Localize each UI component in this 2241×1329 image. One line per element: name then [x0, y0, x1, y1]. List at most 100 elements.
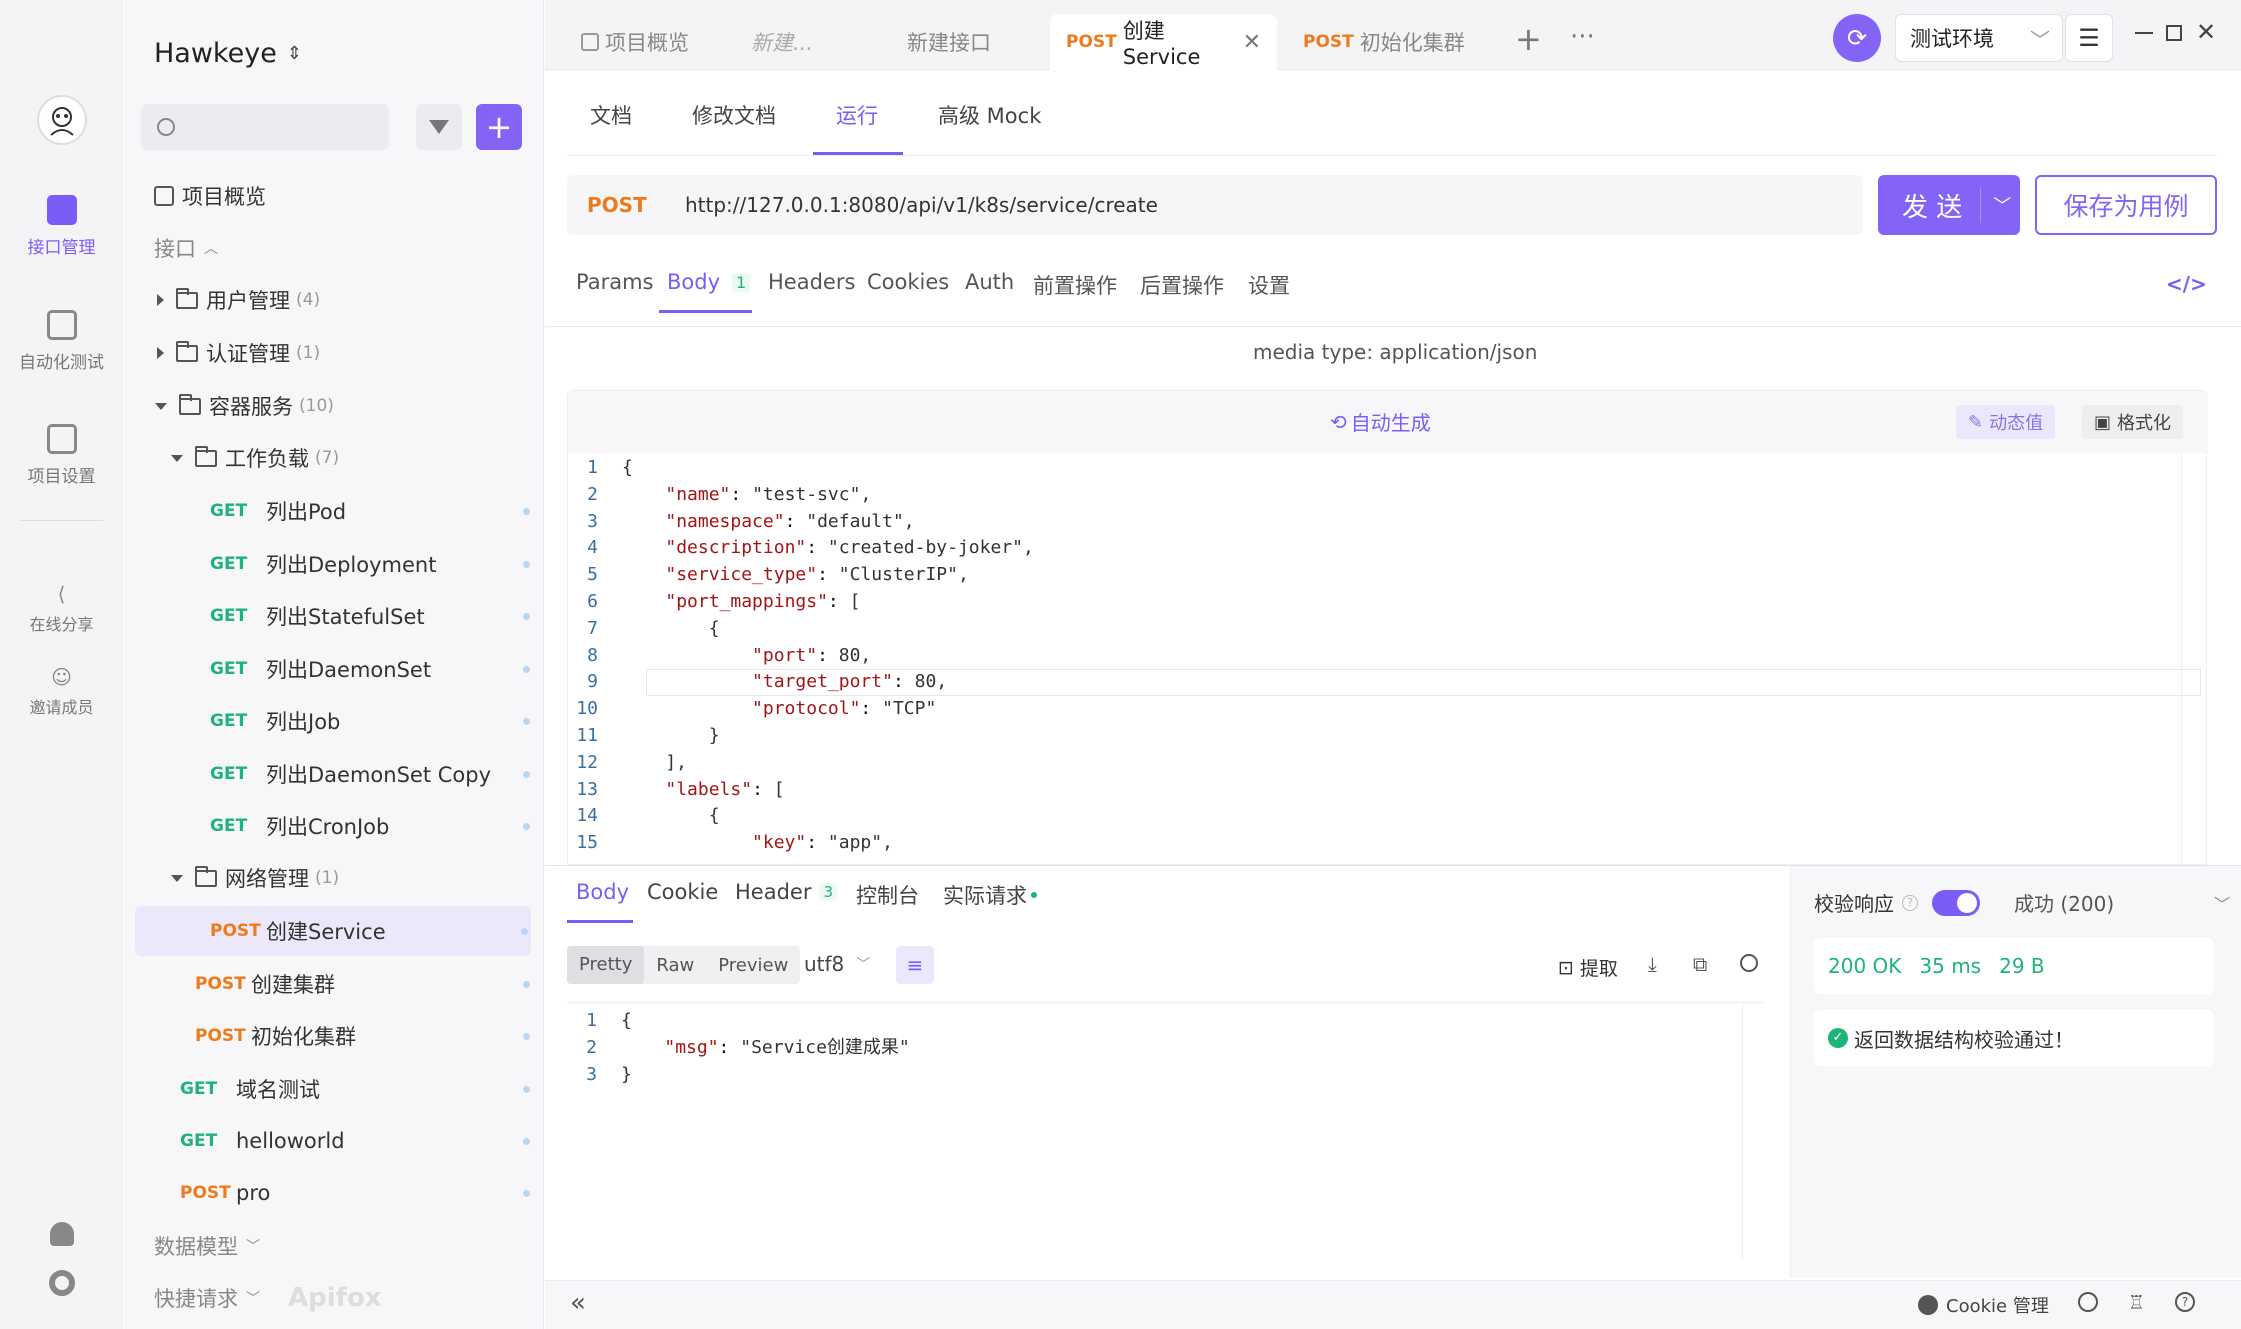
tree-folder-workload[interactable]: 工作负载 (7): [124, 433, 544, 483]
tree-api-list-deployment[interactable]: GET 列出Deployment: [124, 539, 544, 589]
copy-icon[interactable]: ⧉: [1693, 952, 1707, 976]
tab-create-service[interactable]: POST 创建Service ✕: [1050, 14, 1277, 70]
code-line[interactable]: 8 "port": 80,: [568, 642, 871, 669]
tab-new-draft[interactable]: 新建...: [735, 14, 829, 70]
send-button[interactable]: 发 送 ﹀: [1878, 175, 2020, 235]
code-line[interactable]: 10 "protocol": "TCP": [568, 695, 936, 722]
view-mode-preview[interactable]: Preview: [706, 955, 800, 976]
extract-button[interactable]: ⊡ 提取: [1558, 954, 1618, 981]
tree-api-helloworld[interactable]: GET helloworld: [124, 1116, 544, 1166]
code-line[interactable]: 1{: [567, 1007, 632, 1034]
tree-api-init-cluster[interactable]: POST 初始化集群: [124, 1011, 544, 1061]
chevron-down-icon[interactable]: ﹀: [1993, 192, 2011, 218]
tree-api-list-daemonset-copy[interactable]: GET 列出DaemonSet Copy: [124, 749, 544, 799]
gear-icon[interactable]: [49, 1270, 75, 1296]
chevron-down-icon[interactable]: ﹀: [2214, 891, 2230, 915]
avatar[interactable]: [37, 95, 87, 145]
code-view-icon[interactable]: </>: [2166, 272, 2207, 296]
add-button[interactable]: +: [476, 104, 522, 150]
env-select[interactable]: 测试环境 ﹀: [1895, 14, 2063, 62]
auto-generate-button[interactable]: ⟲ 自动生成: [1330, 407, 1431, 436]
section-data-models[interactable]: 数据模型 ﹀: [124, 1221, 544, 1271]
code-line[interactable]: 14 {: [568, 802, 719, 829]
editor-scrollbar[interactable]: [2181, 453, 2195, 865]
search-input[interactable]: [141, 104, 389, 150]
minimize-icon[interactable]: [2135, 32, 2153, 34]
param-tab-settings[interactable]: 设置: [1248, 270, 1290, 300]
tree-api-create-service[interactable]: POST 创建Service: [135, 906, 531, 956]
view-mode-pretty[interactable]: Pretty: [567, 946, 645, 984]
subtab-docs[interactable]: 文档: [590, 100, 632, 130]
resp-tab-body[interactable]: Body: [576, 880, 629, 904]
sidebar-overview[interactable]: 项目概览: [124, 171, 544, 221]
rail-item-invite-member[interactable]: ☺ 邀请成员: [0, 666, 123, 718]
code-line[interactable]: 15 "key": "app",: [568, 829, 893, 856]
tab-new-interface[interactable]: 新建接口: [891, 14, 1007, 70]
tree-api-list-daemonset[interactable]: GET 列出DaemonSet: [124, 644, 544, 694]
code-line[interactable]: 9 "target_port": 80,: [568, 668, 947, 695]
close-icon[interactable]: ✕: [1243, 30, 1261, 55]
param-tab-params[interactable]: Params: [576, 270, 654, 294]
code-line[interactable]: 2 "name": "test-svc",: [568, 481, 871, 508]
code-line[interactable]: 3 "namespace": "default",: [568, 508, 914, 535]
subtab-edit-docs[interactable]: 修改文档: [692, 100, 776, 130]
subtab-run[interactable]: 运行: [836, 100, 878, 130]
rail-item-online-share[interactable]: ⟨ 在线分享: [0, 583, 123, 635]
wrap-toggle[interactable]: ≡: [896, 946, 934, 984]
tree-api-list-job[interactable]: GET 列出Job: [124, 696, 544, 746]
method-select[interactable]: POST: [587, 193, 657, 217]
code-line[interactable]: 4 "description": "created-by-joker",: [568, 534, 1034, 561]
help-icon[interactable]: ?: [2175, 1292, 2195, 1312]
param-tab-body[interactable]: Body 1: [667, 270, 751, 294]
tab-init-cluster[interactable]: POST 初始化集群: [1287, 14, 1481, 70]
tree-api-create-cluster[interactable]: POST 创建集群: [124, 959, 544, 1009]
window-close-icon[interactable]: ✕: [2196, 18, 2216, 46]
validate-toggle[interactable]: [1932, 889, 1980, 916]
project-switcher[interactable]: Hawkeye ⇕: [154, 38, 302, 69]
more-icon[interactable]: ···: [1570, 22, 1595, 52]
subtab-advanced-mock[interactable]: 高级 Mock: [938, 100, 1041, 130]
resp-tab-actual-request[interactable]: 实际请求: [943, 880, 1037, 910]
code-line[interactable]: 13 "labels": [: [568, 776, 784, 803]
maximize-icon[interactable]: [2166, 25, 2182, 41]
rail-item-automation-test[interactable]: 自动化测试: [0, 310, 123, 373]
param-tab-auth[interactable]: Auth: [965, 270, 1014, 294]
shirt-icon[interactable]: ♖: [2128, 1292, 2145, 1314]
sync-button[interactable]: ⟳: [1833, 14, 1881, 62]
cookie-manage-button[interactable]: Cookie 管理: [1918, 1292, 2049, 1318]
tree-api-list-statefulset[interactable]: GET 列出StatefulSet: [124, 591, 544, 641]
format-button[interactable]: ▣ 格式化: [2082, 405, 2184, 439]
code-line[interactable]: 5 "service_type": "ClusterIP",: [568, 561, 969, 588]
upload-icon[interactable]: [2078, 1292, 2098, 1312]
dynamic-value-button[interactable]: ✎ 动态值: [1956, 405, 2056, 439]
code-line[interactable]: 11 }: [568, 722, 719, 749]
tree-folder-auth-management[interactable]: 认证管理 (1): [124, 328, 544, 378]
bell-icon[interactable]: [50, 1222, 74, 1246]
code-line[interactable]: 12 ],: [568, 749, 687, 776]
filter-button[interactable]: [416, 104, 462, 150]
code-line[interactable]: 1{: [568, 454, 633, 481]
param-tab-post-ops[interactable]: 后置操作: [1140, 270, 1224, 300]
param-tab-headers[interactable]: Headers: [768, 270, 855, 294]
code-line[interactable]: 2 "msg": "Service创建成果": [567, 1034, 910, 1061]
help-icon[interactable]: ?: [1902, 894, 1918, 911]
tree-api-domain-test[interactable]: GET 域名测试: [124, 1064, 544, 1114]
search-icon[interactable]: [1740, 954, 1758, 972]
code-line[interactable]: 7 {: [568, 615, 719, 642]
url-input[interactable]: http://127.0.0.1:8080/api/v1/k8s/service…: [685, 193, 1158, 217]
param-tab-pre-ops[interactable]: 前置操作: [1033, 270, 1117, 300]
code-line[interactable]: 6 "port_mappings": [: [568, 588, 860, 615]
encoding-select[interactable]: utf8 ﹀: [804, 952, 870, 976]
tree-folder-network-management[interactable]: 网络管理 (1): [124, 853, 544, 903]
rail-item-project-settings[interactable]: 项目设置: [0, 424, 123, 487]
save-as-case-button[interactable]: 保存为用例: [2035, 175, 2217, 235]
tree-api-pro[interactable]: POST pro: [124, 1168, 544, 1218]
add-tab-icon[interactable]: +: [1515, 20, 1542, 58]
menu-button[interactable]: ☰: [2065, 14, 2113, 62]
tab-project-overview[interactable]: 项目概览: [565, 14, 705, 70]
response-scrollbar[interactable]: [1742, 1003, 1756, 1259]
resp-tab-cookie[interactable]: Cookie: [647, 880, 718, 904]
section-interfaces[interactable]: 接口 ︿: [124, 223, 544, 273]
tree-api-list-pod[interactable]: GET 列出Pod: [124, 486, 544, 536]
rail-item-api-management[interactable]: 接口管理: [0, 195, 123, 258]
